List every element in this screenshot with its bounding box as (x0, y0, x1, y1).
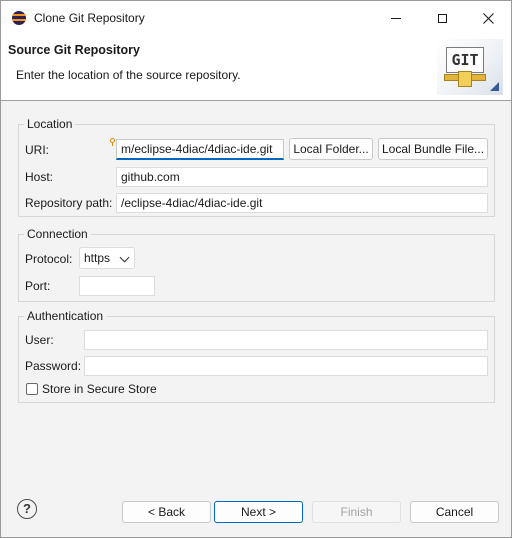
minimize-button[interactable] (373, 1, 419, 35)
connection-group-label: Connection (24, 227, 91, 241)
location-group-label: Location (24, 117, 76, 131)
protocol-select[interactable]: https (79, 247, 135, 269)
help-icon: ? (23, 501, 31, 516)
help-button[interactable]: ? (17, 499, 37, 519)
back-button[interactable]: < Back (122, 501, 211, 523)
page-title: Source Git Repository (8, 43, 140, 57)
window-title: Clone Git Repository (34, 11, 145, 25)
chevron-down-icon (119, 252, 130, 263)
title-bar[interactable]: Clone Git Repository (1, 1, 511, 35)
secure-store-checkbox[interactable] (26, 383, 38, 395)
repository-path-label: Repository path: (25, 196, 113, 210)
password-label: Password: (25, 359, 82, 373)
cancel-button[interactable]: Cancel (410, 501, 499, 523)
banner-corner-icon (490, 82, 499, 91)
close-button[interactable] (465, 1, 511, 35)
maximize-button[interactable] (419, 1, 465, 35)
uri-label: URI: (25, 143, 49, 157)
user-input[interactable] (84, 330, 488, 350)
authentication-group-label: Authentication (24, 309, 107, 323)
git-logo-text: GIT (446, 47, 484, 73)
finish-button: Finish (312, 501, 401, 523)
eclipse-icon (12, 11, 26, 25)
port-input[interactable] (79, 276, 155, 296)
page-description: Enter the location of the source reposit… (16, 68, 241, 82)
minimize-icon (391, 17, 401, 19)
next-button[interactable]: Next > (214, 501, 303, 523)
wizard-header: Source Git Repository Enter the location… (1, 35, 511, 101)
port-label: Port: (25, 279, 51, 293)
repository-path-input[interactable]: /eclipse-4diac/4diac-ide.git (116, 193, 488, 213)
close-icon (482, 12, 494, 24)
host-input[interactable]: github.com (116, 167, 488, 187)
local-folder-button[interactable]: Local Folder... (289, 138, 373, 160)
password-input[interactable] (84, 356, 488, 376)
secure-store-label[interactable]: Store in Secure Store (42, 382, 157, 396)
host-label: Host: (25, 170, 54, 184)
clone-git-repository-dialog: Clone Git Repository Source Git Reposito… (0, 0, 512, 538)
protocol-selected-value: https (84, 251, 111, 265)
git-banner-image: GIT (437, 39, 503, 95)
user-label: User: (25, 333, 54, 347)
maximize-icon (437, 13, 447, 23)
git-icon: GIT (444, 47, 486, 87)
uri-input[interactable]: m/eclipse-4diac/4diac-ide.git (116, 139, 284, 160)
git-logo-connector (458, 71, 472, 87)
local-bundle-file-button[interactable]: Local Bundle File... (378, 138, 488, 160)
protocol-label: Protocol: (25, 252, 73, 266)
